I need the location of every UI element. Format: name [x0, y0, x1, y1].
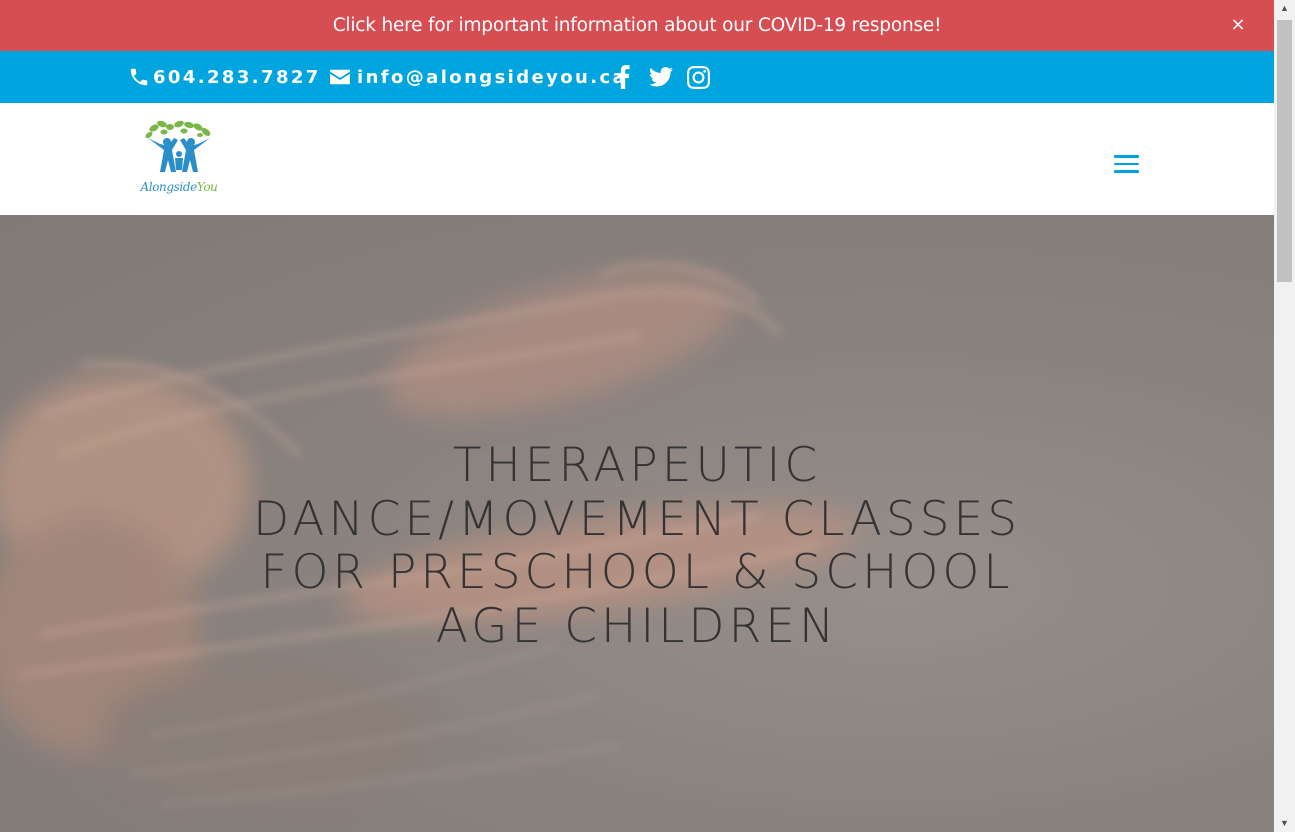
scroll-up-arrow-icon[interactable]: ▲ — [1274, 0, 1295, 17]
scrollbar[interactable]: ▲ ▼ — [1274, 0, 1295, 832]
instagram-icon[interactable] — [687, 64, 710, 90]
scrollbar-thumb[interactable] — [1277, 20, 1292, 282]
logo-text: AlongsideYou — [140, 180, 218, 194]
site-header: AlongsideYou — [0, 103, 1274, 215]
phone-link[interactable]: 604.283.7827 — [128, 51, 321, 103]
envelope-icon — [330, 69, 350, 85]
page: Click here for important information abo… — [0, 0, 1274, 832]
logo[interactable]: AlongsideYou — [134, 120, 224, 200]
twitter-icon[interactable] — [649, 64, 673, 90]
covid-banner[interactable]: Click here for important information abo… — [0, 0, 1274, 51]
facebook-icon[interactable] — [614, 64, 632, 90]
scroll-down-arrow-icon[interactable]: ▼ — [1274, 815, 1295, 832]
covid-banner-text[interactable]: Click here for important information abo… — [333, 15, 942, 36]
hero-section: THERAPEUTIC DANCE/MOVEMENT CLASSES FOR P… — [0, 215, 1274, 832]
close-icon[interactable]: × — [1228, 15, 1248, 35]
contact-bar: 604.283.7827 info@alongsideyou.ca — [0, 51, 1274, 103]
phone-icon — [130, 68, 148, 86]
hero-title: THERAPEUTIC DANCE/MOVEMENT CLASSES FOR P… — [252, 438, 1022, 654]
email-address[interactable]: info@alongsideyou.ca — [357, 67, 627, 88]
email-link[interactable]: info@alongsideyou.ca — [329, 51, 627, 103]
phone-number[interactable]: 604.283.7827 — [153, 67, 321, 88]
logo-graphic — [145, 120, 211, 172]
hamburger-menu-icon[interactable] — [1114, 155, 1139, 175]
